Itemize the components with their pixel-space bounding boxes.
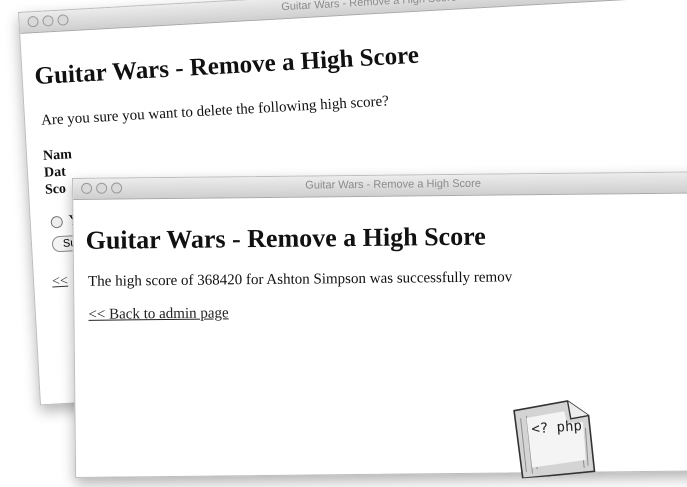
window-title: Guitar Wars - Remove a High Score bbox=[305, 177, 481, 192]
page-heading: Guitar Wars - Remove a High Score bbox=[85, 221, 486, 255]
php-file-drawing bbox=[513, 400, 596, 480]
back-to-admin-link[interactable]: << Back to admin page bbox=[88, 305, 228, 323]
php-file-icon: <? php bbox=[507, 395, 600, 480]
window-titlebar[interactable]: Guitar Wars - Remove a High Score bbox=[73, 172, 687, 200]
yes-radio[interactable] bbox=[50, 215, 64, 229]
page-content: Guitar Wars - Remove a High Score The hi… bbox=[74, 219, 687, 324]
success-message: The high score of 368420 for Ashton Simp… bbox=[88, 269, 513, 290]
